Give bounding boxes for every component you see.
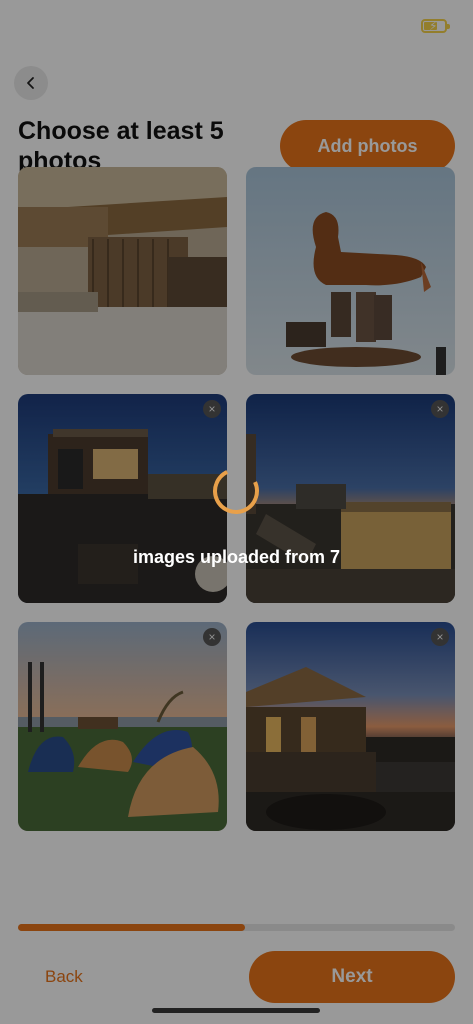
home-indicator[interactable] [152,1008,320,1013]
upload-status-text: images uploaded from 7 [132,547,341,567]
